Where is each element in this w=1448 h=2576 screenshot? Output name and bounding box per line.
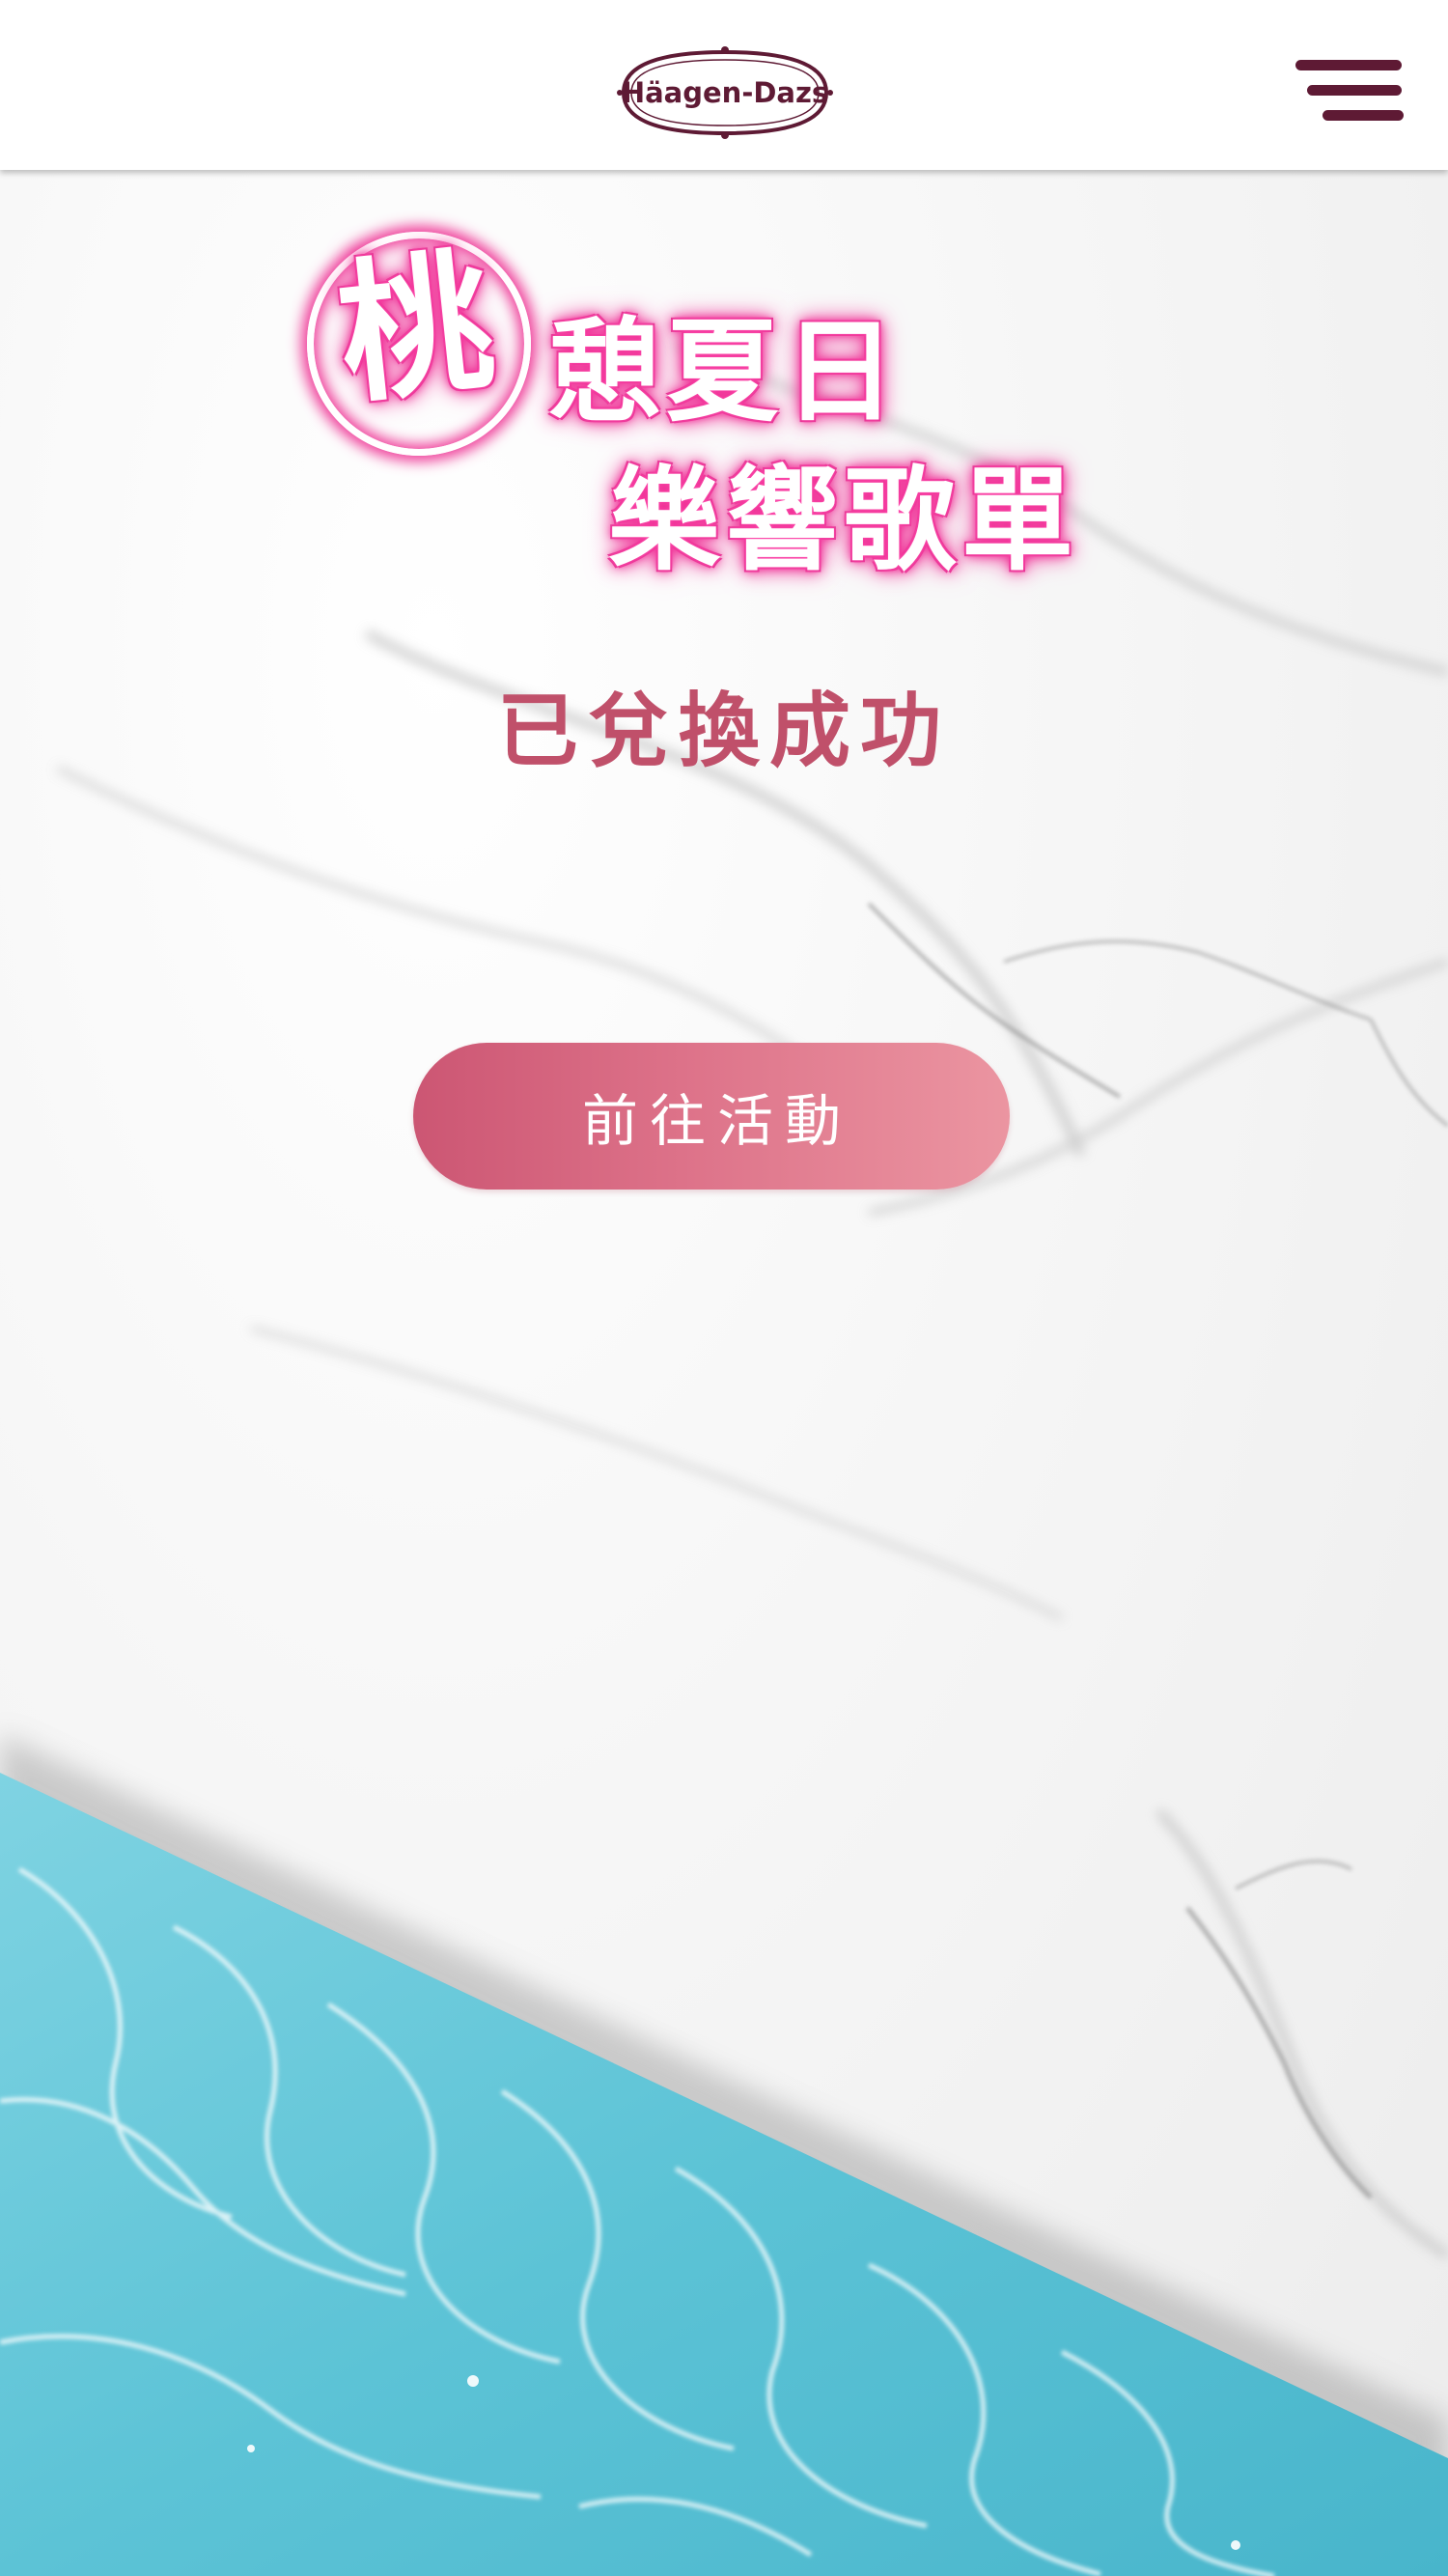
haagen-dazs-logo[interactable]: Häagen-Dazs	[610, 41, 840, 145]
go-to-event-button[interactable]: 前往活動	[413, 1043, 1010, 1190]
top-header: Häagen-Dazs	[0, 0, 1448, 170]
campaign-title-line1: 憩夏日	[548, 307, 902, 437]
redeem-success-message: 已兌換成功	[496, 684, 951, 778]
campaign-title: 桃 憩夏日 樂響歌單	[290, 212, 1139, 599]
hamburger-menu-icon[interactable]	[1294, 56, 1407, 126]
campaign-title-line2: 樂響歌單	[608, 456, 1079, 586]
logo-wordmark: Häagen-Dazs	[622, 76, 828, 109]
go-to-event-label: 前往活動	[581, 1088, 852, 1154]
campaign-circle-char: 桃	[330, 233, 502, 426]
